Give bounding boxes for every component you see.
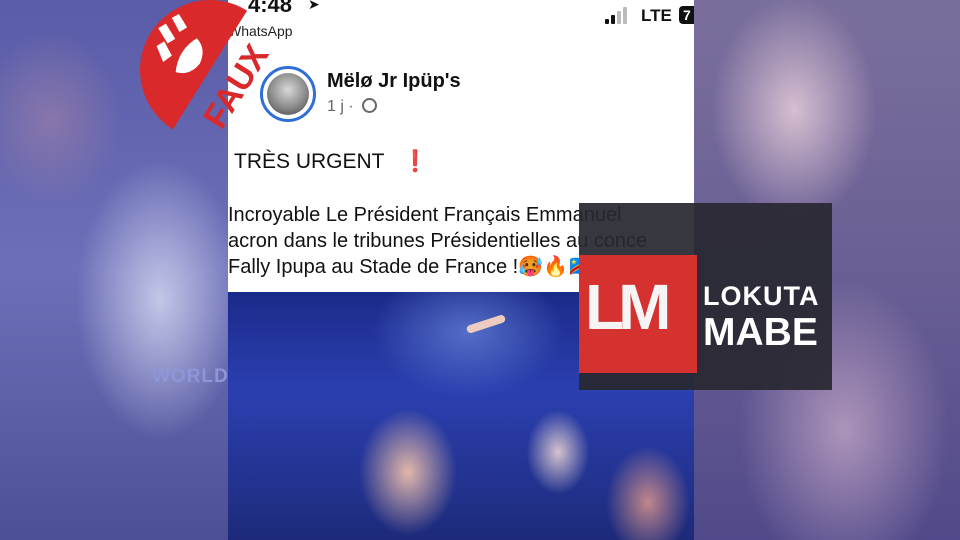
post-headline-text: TRÈS URGENT <box>234 150 385 173</box>
logo-word-mabe: MABE <box>703 311 818 354</box>
status-bar: 4:48 ➤ LTE 7 <box>228 0 694 28</box>
battery-icon: 7 <box>679 6 694 24</box>
lokuta-mabe-logo: LM LOKUTA MABE <box>579 203 832 390</box>
post-headline: TRÈS URGENT ❗ <box>234 150 428 174</box>
background-world-text: WORLD <box>152 366 229 387</box>
network-label: LTE <box>641 6 672 25</box>
logo-word-lokuta: LOKUTA <box>703 281 820 311</box>
post-meta: 1 j · <box>327 98 378 116</box>
exclamation-emoji: ❗ <box>401 150 429 173</box>
logo-mark: LM <box>579 255 697 373</box>
stage-light <box>465 314 507 334</box>
location-arrow-icon: ➤ <box>308 0 320 12</box>
logo-mark-text: LM <box>585 271 671 343</box>
globe-icon <box>362 98 378 113</box>
post-time: 1 j · <box>327 98 354 115</box>
signal-icon <box>605 6 631 24</box>
post-author-name[interactable]: Mëlø Jr Ipüp's <box>327 70 461 93</box>
